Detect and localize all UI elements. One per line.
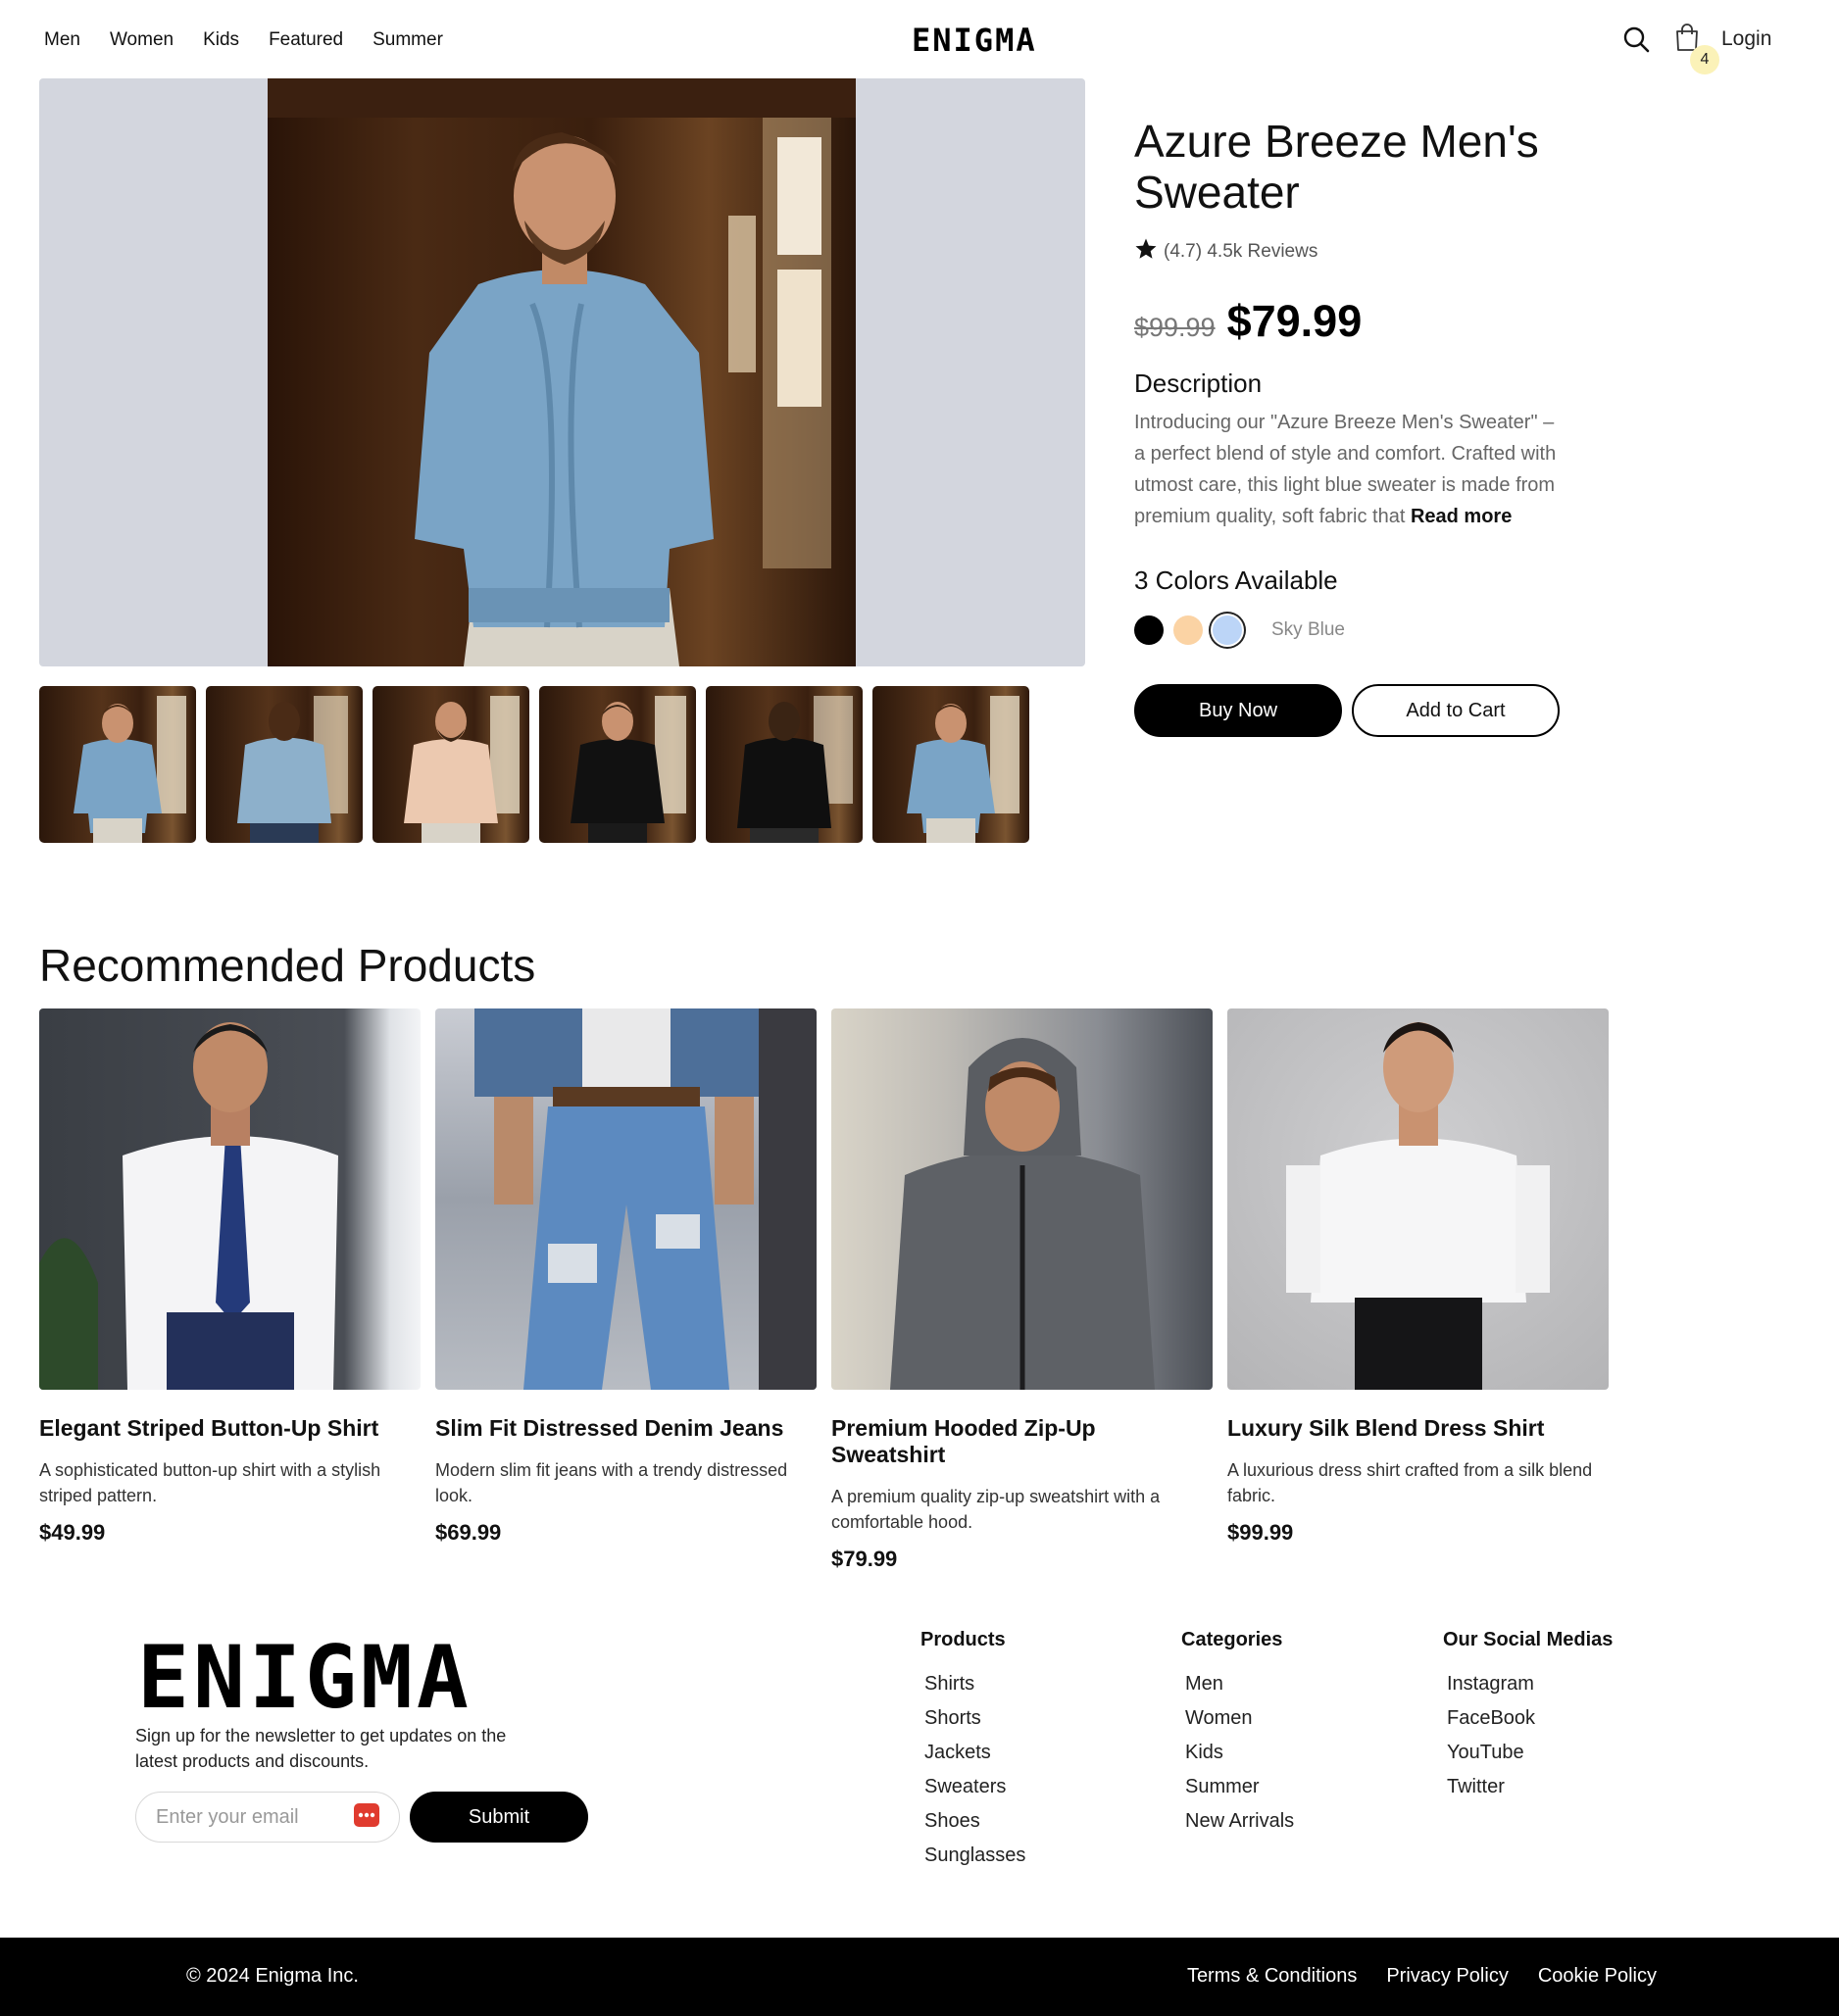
product-card-image[interactable] <box>435 1008 817 1390</box>
footer-social-column: Our Social Medias Instagram FaceBook You… <box>1443 1629 1613 1810</box>
color-swatch-peach[interactable] <box>1173 615 1203 645</box>
footer-categories-column: Categories Men Women Kids Summer New Arr… <box>1181 1629 1294 1844</box>
nav-link-summer[interactable]: Summer <box>373 29 443 51</box>
product-card[interactable]: Premium Hooded Zip-Up Sweatshirt A premi… <box>831 1008 1213 1572</box>
cookie-link[interactable]: Cookie Policy <box>1538 1965 1657 1988</box>
thumbnail-4[interactable] <box>539 686 696 843</box>
email-field-wrapper <box>135 1792 400 1843</box>
thumbnail-6[interactable] <box>872 686 1029 843</box>
product-card-price: $69.99 <box>435 1520 502 1545</box>
privacy-link[interactable]: Privacy Policy <box>1386 1965 1508 1988</box>
product-photo <box>268 78 856 666</box>
submit-button[interactable]: Submit <box>410 1792 588 1843</box>
product-card[interactable]: Elegant Striped Button-Up Shirt A sophis… <box>39 1008 421 1572</box>
email-input[interactable] <box>156 1805 342 1829</box>
footer-link-summer[interactable]: Summer <box>1185 1776 1294 1810</box>
product-info-panel: Azure Breeze Men's Sweater (4.7) 4.5k Re… <box>1134 116 1566 737</box>
product-card-price: $49.99 <box>39 1520 106 1545</box>
product-card-price: $99.99 <box>1227 1520 1294 1545</box>
footer-link-sunglasses[interactable]: Sunglasses <box>924 1844 1025 1879</box>
nav-links: Men Women Kids Featured Summer <box>44 29 443 51</box>
color-swatch-sky-blue[interactable] <box>1213 615 1242 645</box>
footer-link-shorts[interactable]: Shorts <box>924 1707 1025 1742</box>
main-product-image[interactable] <box>39 78 1085 666</box>
color-swatch-black[interactable] <box>1134 615 1164 645</box>
description-text: Introducing our "Azure Breeze Men's Swea… <box>1134 407 1566 532</box>
footer-link-instagram[interactable]: Instagram <box>1447 1673 1613 1707</box>
add-to-cart-button[interactable]: Add to Cart <box>1352 684 1560 737</box>
footer-link-men[interactable]: Men <box>1185 1673 1294 1707</box>
cart-count-badge: 4 <box>1690 45 1719 74</box>
legal-links: Terms & Conditions Privacy Policy Cookie… <box>1187 1965 1657 1988</box>
purchase-actions: Buy Now Add to Cart <box>1134 684 1566 737</box>
product-card-description: A sophisticated button-up shirt with a s… <box>39 1460 381 1505</box>
copyright-text: © 2024 Enigma Inc. <box>186 1965 359 1987</box>
product-card-description: A premium quality zip-up sweatshirt with… <box>831 1487 1161 1532</box>
product-card-description: Modern slim fit jeans with a trendy dist… <box>435 1460 788 1505</box>
original-price: $99.99 <box>1134 313 1216 342</box>
product-card[interactable]: Slim Fit Distressed Denim Jeans Modern s… <box>435 1008 817 1572</box>
product-card-name[interactable]: Slim Fit Distressed Denim Jeans <box>435 1415 817 1442</box>
footer-link-new-arrivals[interactable]: New Arrivals <box>1185 1810 1294 1844</box>
product-card-image[interactable] <box>831 1008 1213 1390</box>
thumbnail-2[interactable] <box>206 686 363 843</box>
newsletter-text: Sign up for the newsletter to get update… <box>135 1726 507 1771</box>
product-card-image[interactable] <box>39 1008 421 1390</box>
rating-text: (4.7) 4.5k Reviews <box>1164 241 1318 262</box>
product-card-price: $79.99 <box>831 1547 898 1571</box>
sale-price: $79.99 <box>1226 296 1363 346</box>
footer-link-youtube[interactable]: YouTube <box>1447 1742 1613 1776</box>
color-swatches: Sky Blue <box>1134 615 1566 645</box>
footer-link-jackets[interactable]: Jackets <box>924 1742 1025 1776</box>
buy-now-button[interactable]: Buy Now <box>1134 684 1342 737</box>
footer-link-shirts[interactable]: Shirts <box>924 1673 1025 1707</box>
product-card[interactable]: Luxury Silk Blend Dress Shirt A luxuriou… <box>1227 1008 1609 1572</box>
product-card-name[interactable]: Premium Hooded Zip-Up Sweatshirt <box>831 1415 1213 1468</box>
nav-link-kids[interactable]: Kids <box>203 29 239 51</box>
brand-logo[interactable]: ENIGMA <box>912 22 1037 59</box>
footer-social-heading: Our Social Medias <box>1443 1629 1614 1650</box>
read-more-link[interactable]: Read more <box>1411 506 1512 527</box>
product-title: Azure Breeze Men's Sweater <box>1134 116 1539 218</box>
thumbnail-strip <box>39 686 1029 843</box>
footer-link-facebook[interactable]: FaceBook <box>1447 1707 1613 1742</box>
footer-bottom-bar: © 2024 Enigma Inc. Terms & Conditions Pr… <box>0 1938 1839 2016</box>
star-icon <box>1134 237 1158 267</box>
thumbnail-1[interactable] <box>39 686 196 843</box>
top-navigation: Men Women Kids Featured Summer ENIGMA 4 … <box>0 0 1839 78</box>
colors-heading: 3 Colors Available <box>1134 565 1338 595</box>
thumbnail-3[interactable] <box>373 686 529 843</box>
recommended-products: Elegant Striped Button-Up Shirt A sophis… <box>39 1008 1609 1572</box>
rating-row[interactable]: (4.7) 4.5k Reviews <box>1134 237 1566 267</box>
terms-link[interactable]: Terms & Conditions <box>1187 1965 1357 1988</box>
footer-products-heading: Products <box>920 1629 1006 1650</box>
nav-link-featured[interactable]: Featured <box>269 29 343 51</box>
thumbnail-5[interactable] <box>706 686 863 843</box>
footer-products-column: Products Shirts Shorts Jackets Sweaters … <box>920 1629 1025 1879</box>
nav-link-men[interactable]: Men <box>44 29 80 51</box>
price-row: $99.99 $79.99 <box>1134 296 1566 347</box>
login-link[interactable]: Login <box>1721 27 1771 51</box>
nav-actions: 4 Login <box>1619 22 1771 74</box>
newsletter-form: Submit <box>135 1792 588 1843</box>
footer-categories-heading: Categories <box>1181 1629 1283 1650</box>
product-card-image[interactable] <box>1227 1008 1609 1390</box>
search-icon[interactable] <box>1619 22 1653 57</box>
product-card-description: A luxurious dress shirt crafted from a s… <box>1227 1460 1593 1505</box>
recommended-heading: Recommended Products <box>39 940 536 991</box>
nav-link-women[interactable]: Women <box>110 29 174 51</box>
footer-link-women[interactable]: Women <box>1185 1707 1294 1742</box>
dots-icon <box>354 1802 379 1832</box>
selected-color-name: Sky Blue <box>1271 619 1345 640</box>
footer-link-kids[interactable]: Kids <box>1185 1742 1294 1776</box>
footer-link-shoes[interactable]: Shoes <box>924 1810 1025 1844</box>
footer-link-twitter[interactable]: Twitter <box>1447 1776 1613 1810</box>
product-card-name[interactable]: Luxury Silk Blend Dress Shirt <box>1227 1415 1609 1442</box>
description-heading: Description <box>1134 369 1263 398</box>
footer-brand-logo[interactable]: ENIGMA <box>137 1627 472 1728</box>
footer-link-sweaters[interactable]: Sweaters <box>924 1776 1025 1810</box>
product-card-name[interactable]: Elegant Striped Button-Up Shirt <box>39 1415 421 1442</box>
cart-button[interactable]: 4 <box>1670 22 1719 74</box>
